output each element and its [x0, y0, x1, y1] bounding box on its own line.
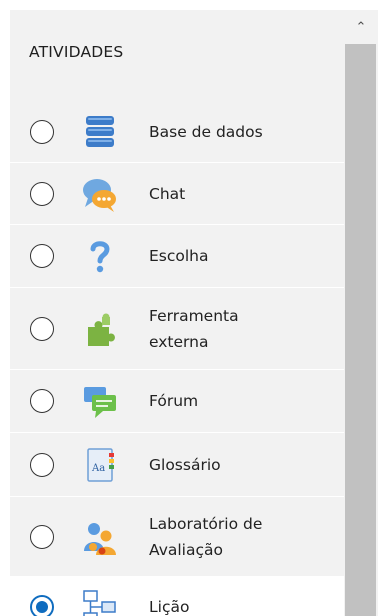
activity-item-chat[interactable]: Chat [10, 163, 344, 225]
section-title: ATIVIDADES [29, 43, 124, 61]
workshop-icon [80, 517, 120, 557]
activity-item-ferramenta-externa[interactable]: Ferramenta externa [10, 288, 344, 370]
activity-label: Base de dados [149, 123, 263, 141]
activity-label: Chat [149, 184, 186, 203]
radio-button[interactable] [30, 524, 54, 549]
activity-label-line-1: Laboratório de [149, 514, 263, 533]
activity-chooser-panel: ATIVIDADES Base de dados Chat Escolha Fe… [10, 10, 344, 616]
chevron-up-icon: ⌃ [355, 19, 367, 35]
radio-button[interactable] [30, 244, 54, 268]
activity-item-laboratorio-de-avaliacao[interactable]: Laboratório de Avaliação [10, 497, 344, 577]
activity-label-line-2: Avaliação [149, 540, 223, 559]
chat-icon [80, 174, 120, 214]
activity-label-line-1: Ferramenta [149, 306, 239, 325]
radio-button[interactable] [30, 389, 54, 413]
activity-label-line-2: externa [149, 332, 209, 351]
activity-label: Ferramenta externa [149, 303, 239, 355]
question-mark-icon [80, 236, 120, 276]
activity-item-escolha[interactable]: Escolha [10, 225, 344, 288]
radio-button[interactable] [30, 120, 54, 144]
radio-button[interactable] [30, 316, 54, 341]
svg-text:Aa: Aa [91, 463, 105, 474]
activity-label: Fórum [149, 392, 199, 410]
activity-label: Lição [149, 598, 190, 616]
lesson-icon [80, 587, 120, 616]
puzzle-icon [80, 309, 120, 349]
scroll-up-arrow[interactable]: ⌃ [344, 10, 378, 44]
activity-item-glossario[interactable]: Aa Glossário [10, 433, 344, 497]
activity-label: Escolha [149, 247, 209, 265]
activity-item-base-de-dados[interactable]: Base de dados [10, 102, 344, 163]
forum-icon [80, 381, 120, 421]
activity-label: Glossário [149, 455, 221, 474]
glossary-icon: Aa [80, 445, 120, 485]
radio-button-selected[interactable] [30, 595, 54, 616]
radio-button[interactable] [30, 181, 54, 206]
radio-button[interactable] [30, 452, 54, 477]
database-icon [80, 112, 120, 152]
activity-item-forum[interactable]: Fórum [10, 370, 344, 433]
vertical-scrollbar[interactable]: ⌃ [344, 10, 378, 616]
scrollbar-thumb[interactable] [345, 44, 376, 616]
activity-item-licao[interactable]: Lição [10, 577, 344, 616]
activity-label: Laboratório de Avaliação [149, 511, 262, 563]
activity-list: Base de dados Chat Escolha Ferramenta ex… [10, 102, 344, 616]
